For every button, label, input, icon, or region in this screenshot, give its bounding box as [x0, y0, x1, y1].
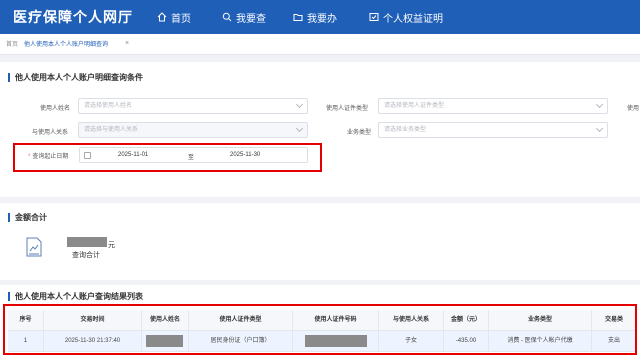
chevron-down-icon [595, 100, 604, 109]
id-type-select[interactable]: 请选择使用人证件类型 [378, 98, 608, 114]
nav-certificate[interactable]: 个人权益证明 [369, 10, 443, 25]
certificate-icon [369, 13, 379, 21]
user-name-placeholder: 请选择使用人姓名 [84, 103, 133, 109]
table-highlight-box [3, 304, 637, 355]
top-nav-bar: 医疗保障个人网厅 首页 我要查 我要办 个人权益证明 [0, 0, 640, 34]
tab-home[interactable]: 首页 [6, 40, 18, 51]
home-icon [157, 12, 167, 22]
tab-bar: 首页 他人使用本人个人账户明细查询 × [0, 34, 640, 55]
chevron-down-icon [595, 124, 604, 133]
results-section-title: 他人使用本人个人账户查询结果列表 [8, 292, 143, 301]
app-title: 医疗保障个人网厅 [13, 9, 133, 25]
biz-type-placeholder: 请选择业务类型 [384, 127, 427, 133]
user-name-select[interactable]: 请选择使用人姓名 [78, 98, 308, 114]
chart-doc-icon [26, 237, 42, 257]
date-highlight-box [13, 143, 322, 172]
nav-home[interactable]: 首页 [157, 10, 191, 25]
search-icon [222, 12, 232, 22]
biz-type-select[interactable]: 请选择业务类型 [378, 122, 608, 138]
chevron-down-icon [295, 124, 304, 133]
relation-placeholder: 请选择与使用人关系 [84, 127, 139, 133]
folder-icon [293, 14, 303, 21]
amount-value-mask [67, 237, 107, 247]
nav-home-label: 首页 [171, 13, 191, 25]
relation-label: 与使用人关系 [32, 130, 69, 136]
relation-select[interactable]: 请选择与使用人关系 [78, 122, 308, 138]
nav-query[interactable]: 我要查 [222, 10, 266, 25]
biz-type-label: 业务类型 [347, 130, 372, 136]
user-name-label: 使用人姓名 [40, 106, 71, 112]
id-type-label: 使用人证件类型 [326, 106, 369, 112]
third-field-label: 使用 [627, 106, 640, 112]
nav-handle-label: 我要办 [307, 13, 337, 25]
id-type-placeholder: 请选择使用人证件类型 [384, 103, 445, 109]
amount-label: 查询合计 [72, 252, 100, 259]
tab-account-query[interactable]: 他人使用本人个人账户明细查询 [24, 40, 120, 51]
query-section-title: 他人使用本人个人账户明细查询条件 [8, 73, 143, 82]
nav-handle[interactable]: 我要办 [293, 10, 337, 25]
nav-query-label: 我要查 [236, 13, 266, 25]
tab-close-icon[interactable]: × [125, 40, 129, 47]
chevron-down-icon [295, 100, 304, 109]
amount-unit: 元 [108, 242, 115, 249]
nav-certificate-label: 个人权益证明 [383, 13, 443, 25]
amount-section-title: 金额合计 [8, 213, 47, 222]
